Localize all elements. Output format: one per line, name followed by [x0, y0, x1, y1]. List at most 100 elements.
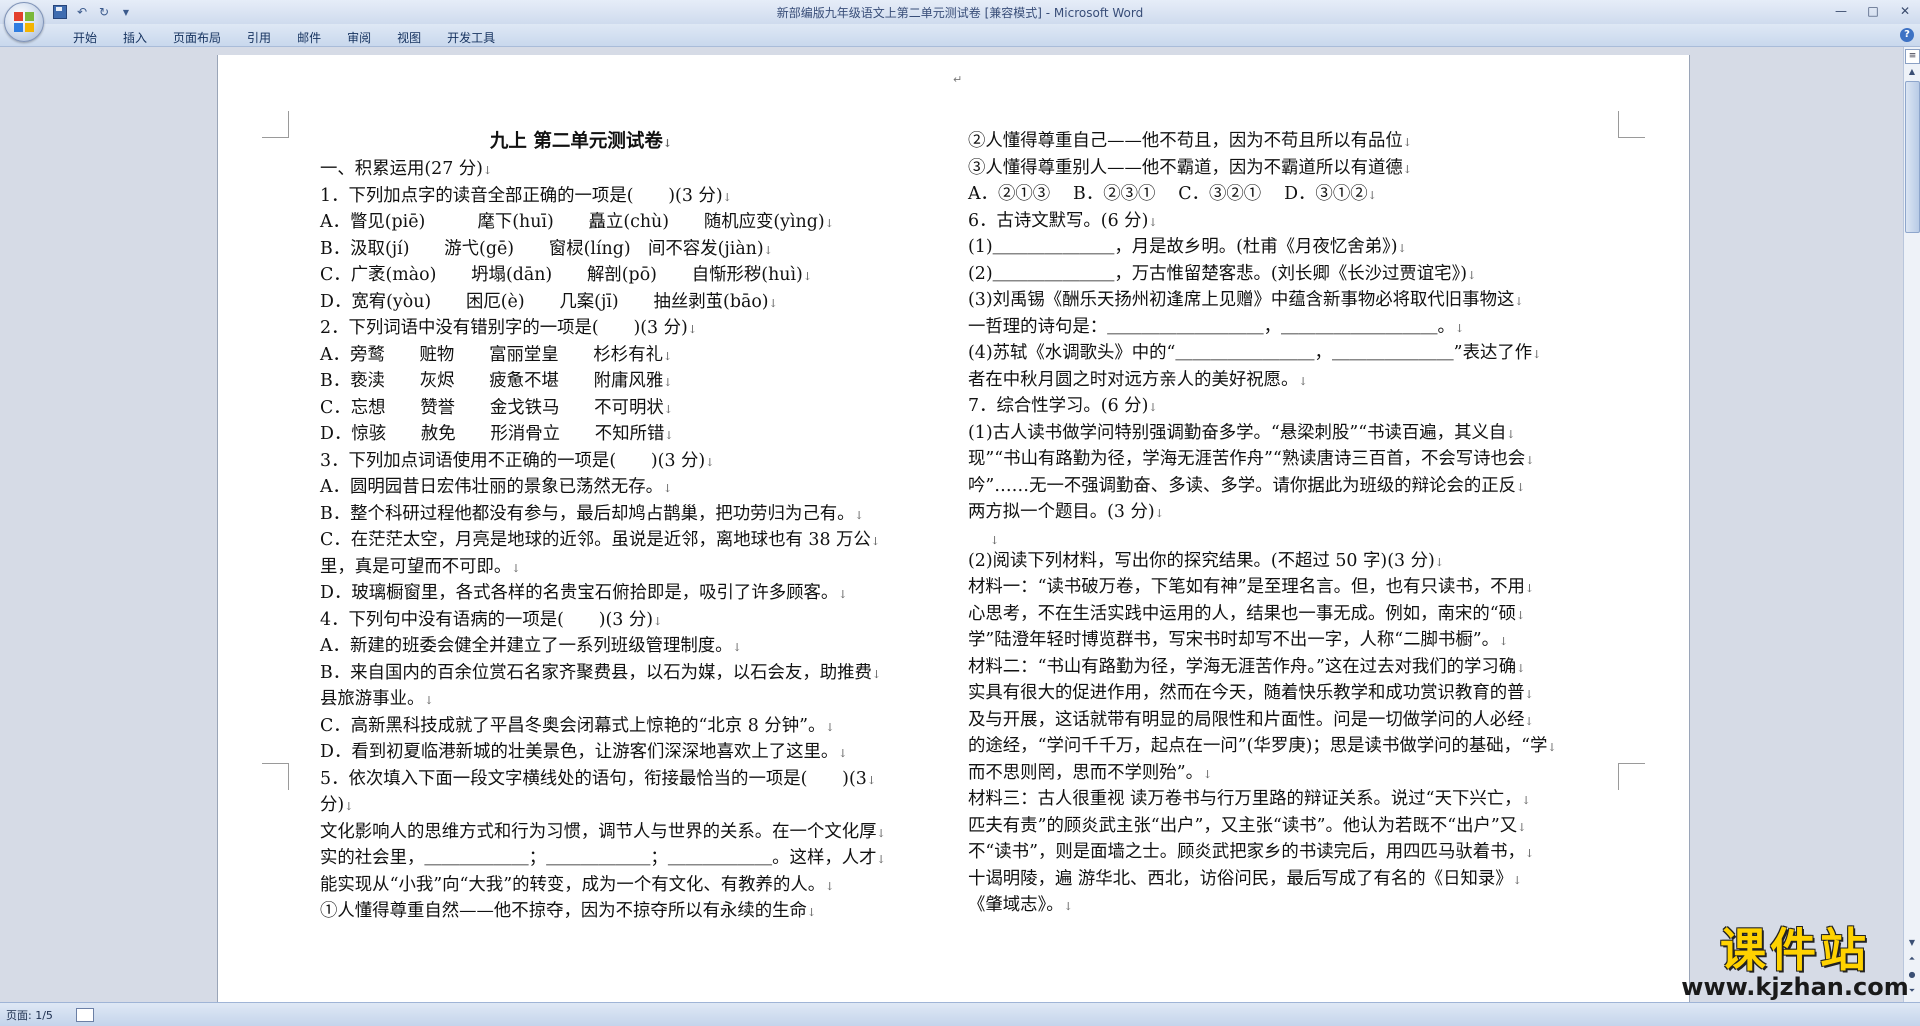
paragraph-mark-icon: ↓	[732, 641, 742, 654]
right-column-line: 的途经，“学问千千万，起点在一问”(华罗庚)；思是读书做学问的基础，“学↓	[968, 734, 1557, 761]
left-column-text: 5．依次填入下面一段文字横线处的语句，衔接最恰当的一项是( )(3	[320, 768, 867, 789]
left-column-line: 3．下列加点词语使用不正确的一项是( )(3 分)↓	[320, 449, 842, 476]
scroll-thumb[interactable]	[1905, 81, 1920, 233]
paragraph-mark-icon: ↓	[854, 508, 864, 522]
window-title: 新部编版九年级语文上第二单元测试卷 [兼容模式] - Microsoft Wor…	[776, 6, 1144, 20]
paragraph-mark-icon: ↓	[344, 800, 354, 813]
paragraph-mark-icon: ↓	[653, 614, 663, 628]
right-column-text: 而不思则罔，思而不学则殆”。	[968, 762, 1203, 783]
right-column-line: 材料一：“读书破万卷，下笔如有神”是至理名言。但，也有只读书，不用↓	[968, 575, 1534, 602]
right-column-line: 学”陆澄年轻时博览群书，写宋书时却写不出一字，人称“二脚书橱”。↓	[968, 628, 1508, 655]
paragraph-mark-icon: ↵	[953, 73, 963, 86]
right-column-line: (2)＿＿＿＿＿＿＿，万古惟留楚客悲。(刘长卿《长沙过贾谊宅》)↓	[968, 262, 1498, 289]
left-column-text: 实的社会里，＿＿＿＿＿＿；＿＿＿＿＿＿；＿＿＿＿＿＿。这样，人才	[320, 848, 877, 868]
tab-review[interactable]: 审阅	[334, 27, 384, 48]
left-column-line: 一、积累运用(27 分)↓	[320, 157, 842, 184]
paragraph-mark-icon: ↓	[424, 694, 434, 707]
left-column-text: C．高新黑科技成就了平昌冬奥会闭幕式上惊艳的“北京 8 分钟”。	[320, 715, 826, 736]
tab-mailings[interactable]: 邮件	[284, 27, 334, 48]
minimize-button[interactable]: —	[1830, 2, 1852, 20]
maximize-button[interactable]: □	[1862, 2, 1884, 20]
paragraph-mark-icon: ↓	[968, 533, 1000, 547]
redo-button[interactable]: ↻	[96, 4, 112, 20]
right-column-line: (1)古人读书做学问特别强调勤奋多学。“悬梁刺股”“书读百遍，其义自↓	[968, 421, 1515, 448]
paragraph-mark-icon: ↓	[1521, 794, 1531, 807]
tab-view[interactable]: 视图	[384, 27, 434, 48]
left-column-text: ①人懂得尊重自然——他不掠夺，因为不掠夺所以有永续的生命	[320, 901, 807, 921]
paragraph-mark-icon: ↓	[1063, 900, 1073, 913]
left-column-line: D．玻璃橱窗里，各式各样的名贵宝石俯拾即是，吸引了许多顾客。↓	[320, 581, 848, 608]
left-column-text: B．亵渎 灰烬 疲惫不堪 附庸风雅	[320, 371, 664, 391]
right-column-line: 匹夫有责”的顾炎武主张“出户”，又主张“读书”。他认为若既不“出户”又↓	[968, 814, 1526, 841]
right-column-text: (1)＿＿＿＿＿＿＿，月是故乡明。(杜甫《月夜忆舍弟》)	[968, 237, 1398, 257]
left-column-text: 县旅游事业。	[320, 689, 425, 709]
paragraph-mark-icon: ↓	[876, 853, 886, 866]
tab-home[interactable]: 开始	[60, 27, 110, 48]
paragraph-mark-icon: ↓	[825, 879, 835, 893]
paragraph-mark-icon: ↓	[1454, 321, 1465, 335]
paragraph-mark-icon: ↓	[1532, 348, 1542, 361]
right-column-line: ↓	[968, 527, 1498, 549]
paragraph-mark-icon: ↓	[1499, 635, 1509, 648]
paragraph-mark-icon: ↓	[662, 482, 673, 495]
paragraph-mark-icon: ↓	[1397, 242, 1407, 255]
paragraph-mark-icon: ↓	[705, 455, 715, 469]
left-column-line: A．新建的班委会健全并建立了一系列班级管理制度。↓	[320, 634, 842, 661]
right-column-line: A．②①③ B．②③① C．③②① D．③①②↓	[968, 182, 1498, 209]
macro-record-icon[interactable]	[76, 1008, 94, 1022]
left-column-text: A．旁鹜 赃物 富丽堂皇 杉杉有礼	[320, 344, 663, 365]
undo-button[interactable]: ↶	[74, 4, 90, 20]
tab-page-layout[interactable]: 页面布局	[160, 27, 234, 48]
crop-mark-bottom-right	[1618, 763, 1645, 790]
right-column-text: ③人懂得尊重别人——他不霸道，因为不霸道所以有道德	[968, 157, 1403, 178]
left-column-text: D．玻璃橱窗里，各式各样的名贵宝石俯拾即是，吸引了许多顾客。	[320, 583, 839, 603]
undo-icon: ↶	[76, 5, 88, 19]
paragraph-mark-icon: ↓	[1516, 480, 1526, 494]
right-column-text: (3)刘禹锡《酬乐天扬州初逢席上见赠》中蕴含新事物必将取代旧事物这	[968, 290, 1515, 310]
right-column-line: (2)阅读下列材料，写出你的探究结果。(不超过 50 字)(3 分)↓	[968, 549, 1498, 576]
left-column-text: 3．下列加点词语使用不正确的一项是( )(3 分)	[320, 450, 706, 471]
office-button[interactable]	[4, 2, 44, 42]
watermark-logo: 课件站 www.kjzhan.com	[1670, 925, 1920, 1005]
right-column-text: (4)苏轼《水调歌头》中的“＿＿＿＿＿＿＿＿，＿＿＿＿＿＿＿”表达了作	[968, 343, 1533, 363]
left-column-text: 1．下列加点字的读音全部正确的一项是( )(3 分)	[320, 185, 723, 206]
help-icon: ?	[1904, 29, 1910, 40]
save-button[interactable]	[52, 4, 68, 20]
scroll-up-button[interactable]: ▲	[1905, 65, 1919, 79]
help-button[interactable]: ?	[1900, 28, 1914, 42]
left-column-line: A．圆明园昔日宏伟壮丽的景象已荡然无存。↓	[320, 475, 842, 502]
paragraph-mark-icon: ↓	[825, 720, 835, 734]
left-column-text: D．看到初夏临港新城的壮美景色，让游客们深深地喜欢上了这里。	[320, 742, 839, 762]
right-column-text: 的途经，“学问千千万，起点在一问”(华罗庚)；思是读书做学问的基础，“学	[968, 736, 1548, 756]
paragraph-mark-icon: ↓	[1402, 136, 1412, 149]
paragraph-mark-icon: ↓	[1154, 507, 1164, 520]
left-column-text: A．瞥见(piē) 麾下(huī) 矗立(chù) 随机应变(yìng)	[320, 212, 825, 232]
page-indicator[interactable]: 页面: 1/5	[6, 1007, 53, 1023]
right-column-text: 学”陆澄年轻时博览群书，写宋书时却写不出一字，人称“二脚书橱”。	[968, 630, 1500, 650]
close-button[interactable]: ✕	[1894, 2, 1916, 20]
right-column-line: 十谒明陵，遍 游华北、西北，访俗问民，最后写成了有名的《日知录》↓	[968, 867, 1522, 894]
paragraph-mark-icon: ↓	[1524, 714, 1534, 728]
vertical-scrollbar[interactable]: ≡ ▲ ▼ ⏶ ● ⏷	[1903, 47, 1920, 1002]
customize-qat-button[interactable]: ▼	[118, 4, 134, 20]
close-icon: ✕	[1899, 4, 1911, 18]
left-column: 九上 第二单元测试卷↓ 一、积累运用(27 分)↓ 1．下列加点字的读音全部正确的…	[320, 129, 886, 926]
right-column-line: 而不思则罔，思而不学则殆”。↓	[968, 761, 1498, 788]
tab-references[interactable]: 引用	[234, 27, 284, 48]
paragraph-mark-icon: ↓	[871, 667, 882, 681]
left-column-text: B．汲取(jí) 游弋(gē) 窗棂(líng) 间不容发(jiàn)	[320, 238, 764, 259]
paragraph-mark-icon: ↓	[1467, 268, 1477, 282]
left-column-line: A．瞥见(piē) 麾下(huī) 矗立(chù) 随机应变(yìng)↓	[320, 210, 842, 237]
tab-developer[interactable]: 开发工具	[434, 27, 508, 48]
right-column-text: 材料一：“读书破万卷，下笔如有神”是至理名言。但，也有只读书，不用	[968, 577, 1525, 597]
status-bar: 页面: 1/5	[0, 1002, 1920, 1026]
right-column-text: 匹夫有责”的顾炎武主张“出户”，又主张“读书”。他认为若既不“出户”又	[968, 815, 1518, 836]
tab-insert[interactable]: 插入	[110, 27, 160, 48]
right-column-line: 者在中秋月圆之时对远方亲人的美好祝愿。↓	[968, 368, 1498, 395]
document-page[interactable]: ↵ 九上 第二单元测试卷↓ 一、积累运用(27 分)↓ 1．下列加点字的读音全部正…	[218, 55, 1689, 1002]
right-column-text: (2)＿＿＿＿＿＿＿，万古惟留楚客悲。(刘长卿《长沙过贾谊宅》)	[968, 263, 1468, 284]
ruler-toggle-button[interactable]: ≡	[1905, 49, 1920, 64]
left-column-line: B．汲取(jí) 游弋(gē) 窗棂(líng) 间不容发(jiàn)↓	[320, 237, 842, 264]
right-column-line: 心思考，不在生活实践中运用的人，结果也一事无成。例如，南宋的“硕↓	[968, 602, 1525, 629]
paragraph-mark-icon: ↓	[838, 747, 848, 760]
